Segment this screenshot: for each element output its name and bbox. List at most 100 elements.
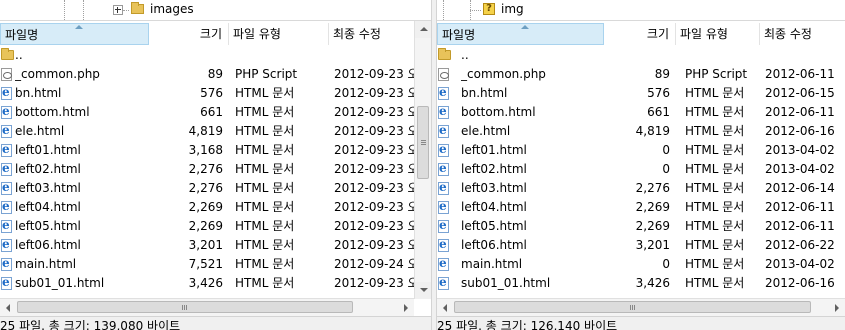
file-type: HTML 문서: [685, 86, 745, 100]
column-header-type[interactable]: 파일 유형: [229, 23, 329, 45]
folder-icon: [131, 2, 144, 14]
file-size: 576: [200, 86, 223, 100]
file-size: 3,168: [188, 143, 223, 157]
file-row[interactable]: bn.html 576 HTML 문서 2012-09-23 오: [0, 84, 431, 103]
file-row[interactable]: left06.html 3,201 HTML 문서 2012-06-22: [437, 236, 845, 255]
file-name: bottom.html: [461, 105, 536, 119]
file-size: 2,276: [188, 162, 223, 176]
file-type: HTML 문서: [235, 181, 295, 195]
vertical-scrollbar[interactable]: [414, 21, 431, 299]
horizontal-scrollbar[interactable]: [0, 298, 414, 316]
file-modified: [765, 46, 845, 65]
scroll-right-icon[interactable]: [397, 299, 414, 316]
file-name: left02.html: [461, 162, 527, 176]
scrollbar-thumb[interactable]: [17, 301, 353, 313]
file-modified: 2013-04-02: [765, 257, 835, 271]
file-row[interactable]: left01.html 0 HTML 문서 2013-04-02: [437, 141, 845, 160]
file-row[interactable]: main.html 7,521 HTML 문서 2012-09-24 오: [0, 255, 431, 274]
file-type: HTML 문서: [235, 105, 295, 119]
column-header-modified[interactable]: 최종 수정: [760, 23, 845, 45]
file-name: sub01_01.html: [15, 276, 105, 290]
file-name: left04.html: [461, 200, 527, 214]
tree-item-img[interactable]: img: [501, 2, 524, 16]
file-row[interactable]: ..: [437, 46, 845, 65]
file-name: left02.html: [15, 162, 81, 176]
file-type: PHP Script: [235, 67, 298, 81]
file-row[interactable]: left05.html 2,269 HTML 문서 2012-09-23 오: [0, 217, 431, 236]
local-file-pane: images 파일명 크기 파일 유형 최종 수정 .. _common.php 8…: [0, 0, 431, 330]
php-file-icon: [1, 68, 12, 81]
file-type: HTML 문서: [685, 238, 745, 252]
file-size: 661: [200, 105, 223, 119]
column-header-type[interactable]: 파일 유형: [676, 23, 760, 45]
expand-icon[interactable]: [113, 5, 123, 15]
html-file-icon: [438, 218, 449, 233]
file-modified: 2012-06-14: [765, 181, 835, 195]
file-name: left03.html: [15, 181, 81, 195]
scrollbar-thumb[interactable]: [417, 106, 429, 179]
html-file-icon: [438, 85, 449, 100]
file-row[interactable]: _common.php 89 PHP Script 2012-09-23 오: [0, 65, 431, 84]
html-file-icon: [1, 180, 12, 195]
file-row[interactable]: left02.html 0 HTML 문서 2013-04-02: [437, 160, 845, 179]
file-row[interactable]: ele.html 4,819 HTML 문서 2012-09-23 오: [0, 122, 431, 141]
file-modified: 2012-06-11: [765, 219, 835, 233]
horizontal-scrollbar[interactable]: [437, 298, 845, 316]
file-row[interactable]: bottom.html 661 HTML 문서 2012-09-23 오: [0, 103, 431, 122]
column-header-name[interactable]: 파일명: [437, 23, 604, 45]
file-type: HTML 문서: [685, 143, 745, 157]
column-header-size[interactable]: 크기: [149, 23, 229, 45]
file-row[interactable]: main.html 0 HTML 문서 2013-04-02: [437, 255, 845, 274]
file-type: [685, 46, 761, 65]
file-name: left05.html: [461, 219, 527, 233]
file-row[interactable]: bottom.html 661 HTML 문서 2012-06-11: [437, 103, 845, 122]
scroll-up-icon[interactable]: [415, 21, 431, 38]
html-file-icon: [1, 123, 12, 138]
file-row[interactable]: sub01_01.html 3,426 HTML 문서 2012-06-16: [437, 274, 845, 293]
file-modified: 2012-09-23 오: [334, 67, 414, 81]
file-modified: 2012-06-22: [765, 238, 835, 252]
file-row[interactable]: bn.html 576 HTML 문서 2012-06-15: [437, 84, 845, 103]
local-directory-tree: images: [0, 0, 431, 21]
file-name: bottom.html: [15, 105, 90, 119]
file-size: 3,426: [635, 276, 670, 290]
file-row[interactable]: left04.html 2,269 HTML 문서 2012-09-23 오: [0, 198, 431, 217]
file-name: ..: [461, 48, 469, 62]
file-modified: 2012-06-11: [765, 67, 835, 81]
file-row[interactable]: left03.html 2,276 HTML 문서 2012-09-23 오: [0, 179, 431, 198]
scroll-left-icon[interactable]: [437, 299, 454, 316]
scroll-right-icon[interactable]: [828, 299, 845, 316]
file-size: 0: [662, 143, 670, 157]
file-name: bn.html: [15, 86, 62, 100]
scroll-left-icon[interactable]: [0, 299, 17, 316]
column-header-size[interactable]: 크기: [604, 23, 676, 45]
file-row[interactable]: left01.html 3,168 HTML 문서 2012-09-23 오: [0, 141, 431, 160]
file-type: HTML 문서: [235, 276, 295, 290]
file-row[interactable]: left05.html 2,269 HTML 문서 2012-06-11: [437, 217, 845, 236]
file-row[interactable]: sub01_01.html 3,426 HTML 문서 2012-09-23 오: [0, 274, 431, 293]
file-size: 661: [647, 105, 670, 119]
scrollbar-thumb[interactable]: [454, 301, 811, 313]
scroll-down-icon[interactable]: [415, 282, 431, 299]
file-row[interactable]: left03.html 2,276 HTML 문서 2012-06-14: [437, 179, 845, 198]
file-row[interactable]: left06.html 3,201 HTML 문서 2012-09-23 오: [0, 236, 431, 255]
file-row[interactable]: _common.php 89 PHP Script 2012-06-11: [437, 65, 845, 84]
html-file-icon: [438, 275, 449, 290]
file-list-header: 파일명 크기 파일 유형 최종 수정: [0, 23, 431, 45]
tree-guide-line: [443, 0, 444, 20]
file-name: ..: [15, 48, 23, 62]
tree-item-images[interactable]: images: [150, 2, 194, 16]
html-file-icon: [1, 199, 12, 214]
column-header-name[interactable]: 파일명: [0, 23, 149, 45]
file-name: main.html: [15, 257, 77, 271]
file-row[interactable]: ele.html 4,819 HTML 문서 2012-06-16: [437, 122, 845, 141]
file-row[interactable]: left02.html 2,276 HTML 문서 2012-09-23 오: [0, 160, 431, 179]
file-size: [149, 46, 223, 65]
file-size: 2,276: [635, 181, 670, 195]
file-row[interactable]: left04.html 2,269 HTML 문서 2012-06-11: [437, 198, 845, 217]
html-file-icon: [438, 237, 449, 252]
html-file-icon: [1, 275, 12, 290]
file-row[interactable]: ..: [0, 46, 431, 65]
sort-ascending-icon: [74, 25, 83, 29]
file-type: HTML 문서: [685, 162, 745, 176]
